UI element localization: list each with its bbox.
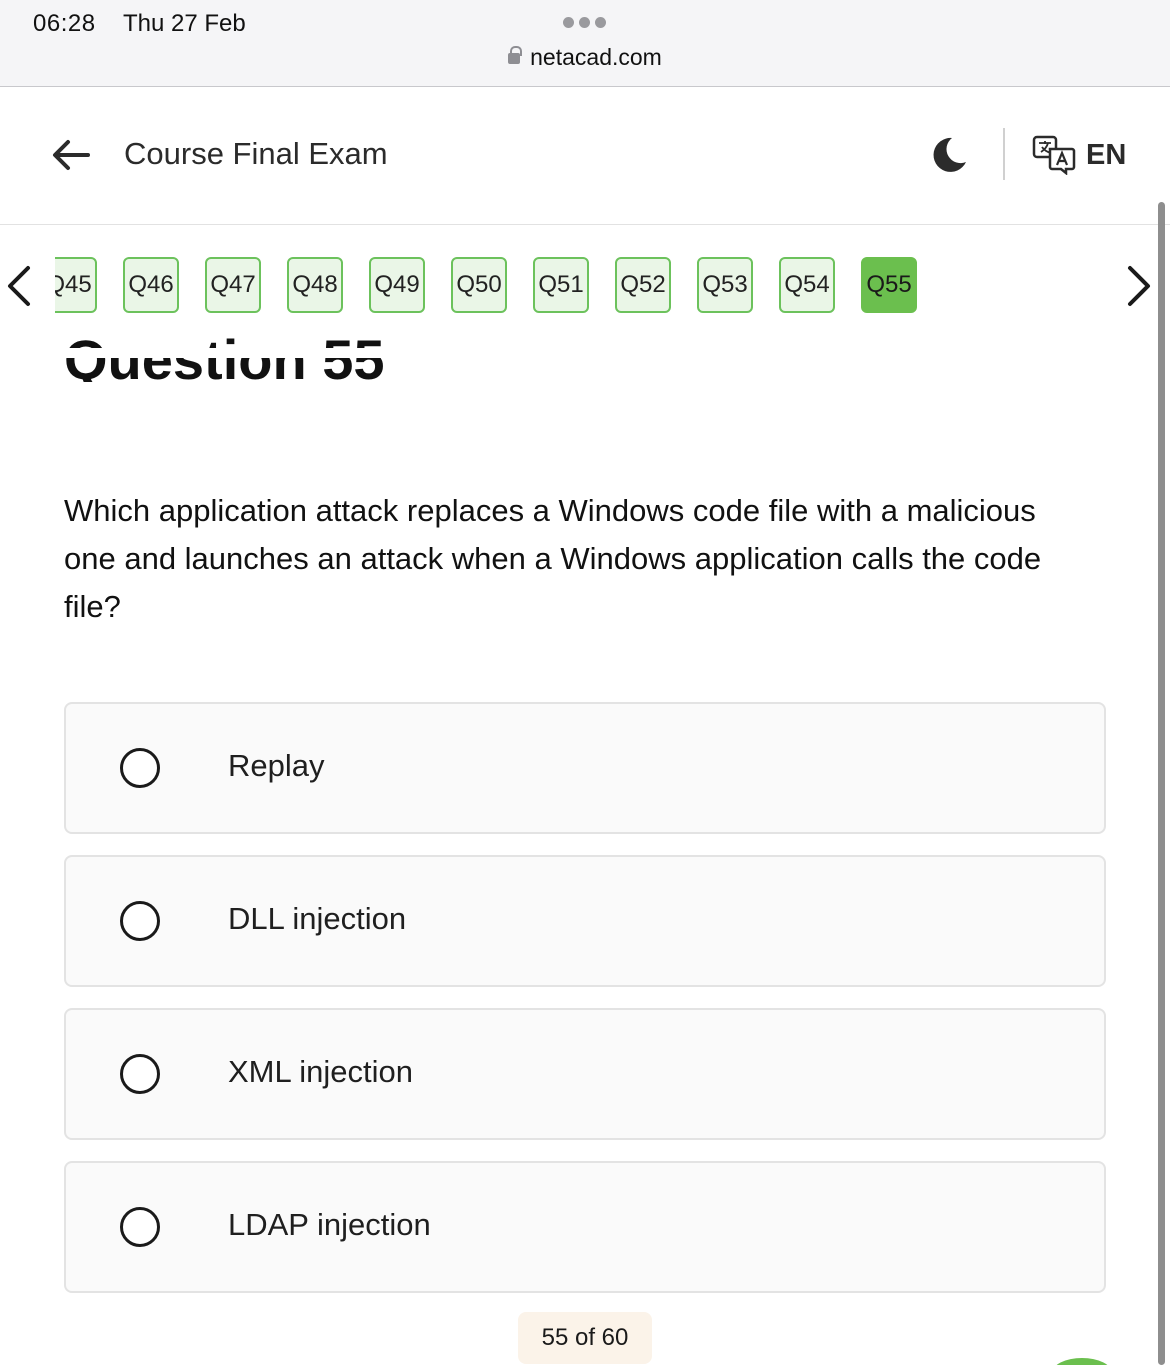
progress-indicator: 55 of 60	[518, 1312, 652, 1364]
answer-option[interactable]: DLL injection	[64, 855, 1106, 987]
question-nav-q53[interactable]: Q53	[697, 257, 753, 313]
question-nav-q50[interactable]: Q50	[451, 257, 507, 313]
question-nav-q46[interactable]: Q46	[123, 257, 179, 313]
prev-questions-button[interactable]	[2, 262, 38, 310]
sticky-nav-shadow	[0, 348, 1158, 358]
language-button[interactable]: EN	[1032, 132, 1126, 178]
browser-status-bar: 06:28 Thu 27 Feb netacad.com	[0, 0, 1170, 87]
url-text: netacad.com	[530, 44, 662, 70]
answer-options: Replay DLL injection XML injection LDAP inj…	[64, 702, 1106, 1314]
page-title: Course Final Exam	[124, 136, 388, 171]
answer-option-label: Replay	[228, 748, 325, 783]
status-time: 06:28	[33, 10, 96, 37]
question-nav-q47[interactable]: Q47	[205, 257, 261, 313]
translate-icon	[1032, 135, 1076, 175]
question-nav-q49[interactable]: Q49	[369, 257, 425, 313]
back-button[interactable]	[48, 132, 94, 178]
answer-option-label: LDAP injection	[228, 1207, 431, 1242]
header-divider	[1003, 128, 1005, 180]
question-nav-q54[interactable]: Q54	[779, 257, 835, 313]
next-questions-button[interactable]	[1120, 262, 1156, 310]
question-nav-q52[interactable]: Q52	[615, 257, 671, 313]
radio-button[interactable]	[120, 1207, 160, 1247]
question-nav-q48[interactable]: Q48	[287, 257, 343, 313]
arrow-left-icon	[53, 140, 90, 170]
status-date: Thu 27 Feb	[123, 10, 246, 37]
app-header: Course Final Exam EN	[0, 88, 1170, 225]
question-list: Q45 Q46 Q47 Q48 Q49 Q50 Q51 Q52 Q53 Q54 Q55	[55, 257, 917, 313]
floating-action-button[interactable]	[1052, 1358, 1112, 1365]
question-nav-q45[interactable]: Q45	[55, 257, 97, 313]
answer-option[interactable]: Replay	[64, 702, 1106, 834]
question-nav-q55[interactable]: Q55	[861, 257, 917, 313]
question-nav-q51[interactable]: Q51	[533, 257, 589, 313]
address-bar[interactable]: netacad.com	[0, 44, 1170, 71]
answer-option-label: XML injection	[228, 1054, 413, 1089]
answer-option[interactable]: LDAP injection	[64, 1161, 1106, 1293]
chevron-left-icon	[8, 266, 30, 306]
answer-option-label: DLL injection	[228, 901, 407, 936]
question-text: Which application attack replaces a Wind…	[64, 493, 1042, 624]
more-dots-icon[interactable]	[563, 17, 606, 28]
dark-mode-toggle[interactable]	[928, 134, 970, 176]
lock-icon	[508, 46, 523, 64]
radio-button[interactable]	[120, 901, 160, 941]
moon-icon	[933, 137, 966, 172]
answer-option[interactable]: XML injection	[64, 1008, 1106, 1140]
radio-button[interactable]	[120, 1054, 160, 1094]
chevron-right-icon	[1128, 266, 1150, 306]
scrollbar[interactable]	[1158, 202, 1165, 1365]
radio-button[interactable]	[120, 748, 160, 788]
language-label: EN	[1086, 138, 1127, 171]
